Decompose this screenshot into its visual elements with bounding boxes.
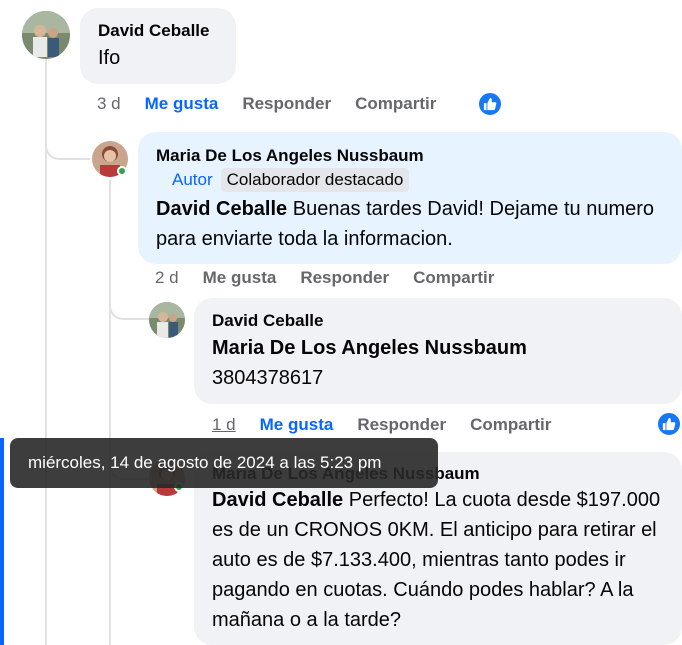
- comment-text: Ifo: [98, 47, 121, 69]
- mention-link[interactable]: David Ceballe: [156, 198, 287, 220]
- comment-author[interactable]: Maria De Los Angeles Nussbaum: [156, 146, 664, 166]
- reply-button[interactable]: Responder: [357, 415, 446, 435]
- comment-timestamp[interactable]: 1 d: [212, 415, 236, 435]
- reply-button[interactable]: Responder: [300, 268, 389, 288]
- mention-link[interactable]: David Ceballe: [212, 489, 343, 511]
- focus-indicator: [0, 438, 4, 645]
- comment-text: 3804378617: [212, 367, 324, 389]
- comment-bubble: Maria De Los Angeles Nussbaum Autor Cola…: [138, 132, 682, 264]
- author-badge: Autor: [172, 170, 213, 189]
- avatar[interactable]: [22, 11, 70, 59]
- mention-link[interactable]: Maria De Los Angeles Nussbaum: [212, 333, 664, 363]
- share-button[interactable]: Compartir: [470, 415, 551, 435]
- comment-author[interactable]: David Ceballe: [98, 21, 218, 41]
- like-reaction-icon[interactable]: [477, 91, 503, 117]
- like-button[interactable]: Me gusta: [260, 415, 334, 435]
- thread-line-branch-2: [109, 300, 149, 320]
- comment-timestamp[interactable]: 2 d: [155, 268, 179, 288]
- like-button[interactable]: Me gusta: [203, 268, 277, 288]
- comment-bubble: David Ceballe Maria De Los Angeles Nussb…: [194, 298, 682, 404]
- online-status-icon: [117, 166, 127, 176]
- like-reaction-icon[interactable]: [656, 411, 682, 437]
- avatar[interactable]: [149, 302, 185, 338]
- thread-line-branch-1: [45, 140, 90, 160]
- comment-author[interactable]: David Ceballe: [212, 311, 664, 331]
- comment-actions: 3 d Me gusta Responder Compartir: [97, 94, 436, 114]
- comment-timestamp[interactable]: 3 d: [97, 94, 121, 114]
- thread-line-sub: [109, 180, 111, 645]
- comment-text: David Ceballe Perfecto! La cuota desde $…: [212, 485, 664, 635]
- share-button[interactable]: Compartir: [355, 94, 436, 114]
- author-badges: Autor Colaborador destacado: [156, 168, 664, 192]
- comment-bubble: David Ceballe Ifo: [80, 8, 236, 84]
- reply-button[interactable]: Responder: [242, 94, 331, 114]
- comment-text: David Ceballe Buenas tardes David! Dejam…: [156, 194, 664, 254]
- collaborator-badge[interactable]: Colaborador destacado: [220, 168, 410, 192]
- like-button[interactable]: Me gusta: [145, 94, 219, 114]
- comment-actions: 1 d Me gusta Responder Compartir: [212, 415, 551, 435]
- timestamp-tooltip: miércoles, 14 de agosto de 2024 a las 5:…: [10, 438, 438, 488]
- comment-actions: 2 d Me gusta Responder Compartir: [155, 268, 494, 288]
- share-button[interactable]: Compartir: [413, 268, 494, 288]
